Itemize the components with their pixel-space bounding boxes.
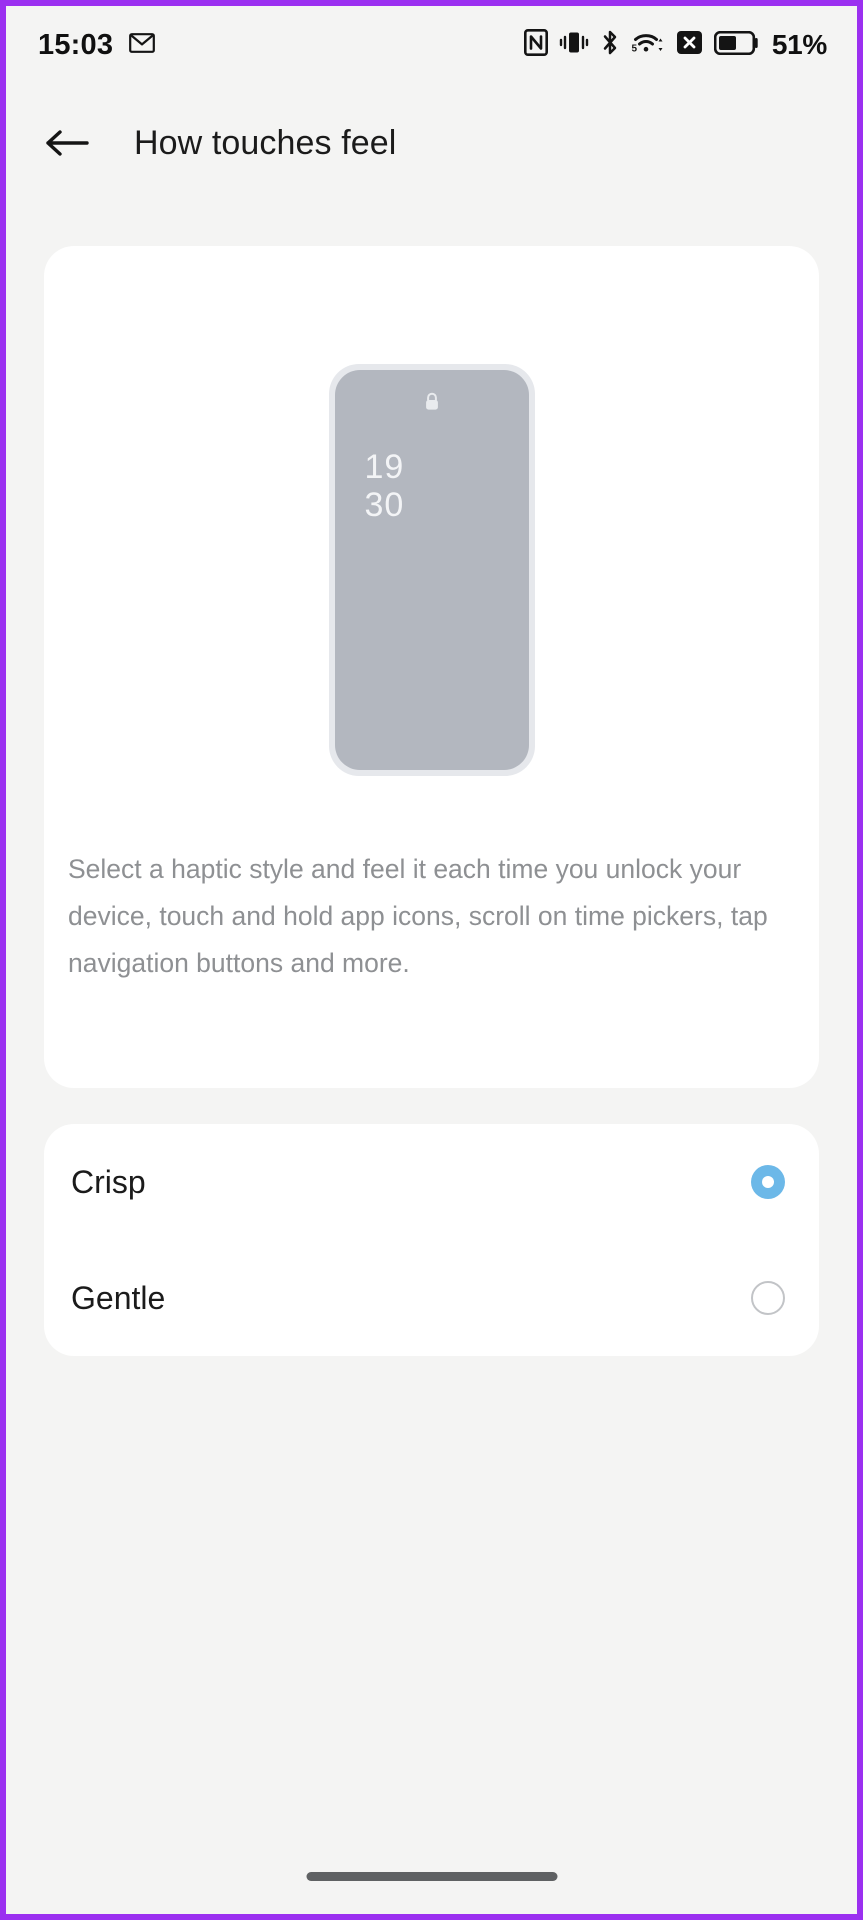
status-bar-right: 5 51% [523, 28, 827, 61]
nfc-icon [523, 28, 548, 61]
battery-percent-label: 51% [771, 29, 827, 60]
radio-crisp[interactable] [751, 1165, 785, 1199]
haptic-style-options: Crisp Gentle [44, 1124, 819, 1356]
status-bar-left: 15:03 [38, 28, 156, 62]
preview-card: 19 30 Select a haptic style and feel it … [44, 246, 819, 1088]
phone-preview-screen: 19 30 [334, 370, 529, 770]
phone-screen: 15:03 5 51% How touches feel 19 30 Selec… [6, 6, 857, 1914]
lock-icon [423, 392, 440, 417]
option-label-gentle: Gentle [71, 1279, 166, 1316]
battery-icon [713, 30, 759, 60]
bluetooth-icon [600, 29, 620, 61]
back-arrow-icon [46, 130, 89, 156]
option-label-crisp: Crisp [71, 1163, 146, 1200]
lockscreen-clock-minutes: 30 [364, 486, 405, 524]
status-clock: 15:03 [38, 28, 114, 61]
app-bar: How touches feel [6, 84, 857, 202]
vibrate-icon [559, 29, 589, 61]
gmail-icon [129, 32, 156, 59]
device-frame: 15:03 5 51% How touches feel 19 30 Selec… [0, 0, 863, 1920]
lockscreen-clock: 19 30 [365, 448, 405, 524]
no-sim-icon [676, 30, 703, 60]
option-row-crisp[interactable]: Crisp [44, 1124, 819, 1240]
radio-gentle[interactable] [751, 1281, 785, 1315]
svg-text:5: 5 [631, 44, 637, 55]
back-button[interactable] [44, 120, 90, 166]
page-title: How touches feel [134, 123, 397, 162]
option-row-gentle[interactable]: Gentle [44, 1240, 819, 1356]
status-bar: 15:03 5 51% [6, 6, 857, 84]
home-gesture-handle[interactable] [306, 1872, 557, 1881]
lockscreen-clock-hours: 19 [364, 448, 405, 486]
phone-preview-illustration: 19 30 [328, 364, 535, 776]
preview-description: Select a haptic style and feel it each t… [68, 854, 768, 978]
wifi-icon: 5 [631, 29, 665, 61]
